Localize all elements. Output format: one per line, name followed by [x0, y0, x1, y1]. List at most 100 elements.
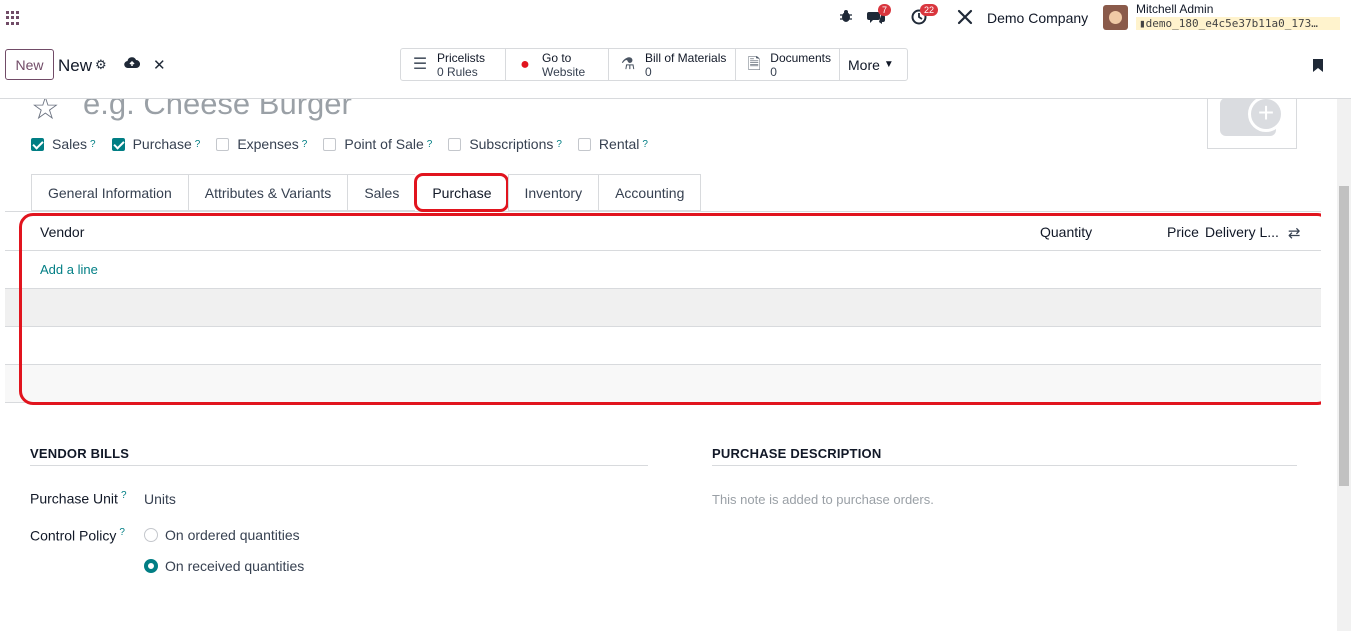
- purchase-unit-text: Purchase Unit: [30, 490, 118, 507]
- website-sub: Website: [542, 64, 586, 79]
- help-icon: ?: [119, 527, 125, 538]
- smart-buttons: ☰ Pricelists 0 Rules ● Go to Website ⚗ Bil…: [400, 48, 908, 81]
- column-vendor[interactable]: Vendor: [40, 224, 84, 240]
- bug-icon[interactable]: [836, 9, 856, 29]
- add-a-line-link[interactable]: Add a line: [40, 262, 98, 277]
- user-name[interactable]: Mitchell Admin: [1136, 2, 1213, 16]
- column-quantity[interactable]: Quantity: [1040, 224, 1092, 240]
- checkbox-box[interactable]: [111, 137, 125, 151]
- database-icon: ▮: [1139, 17, 1146, 30]
- rental-checkbox[interactable]: Rental?: [577, 136, 648, 152]
- messages-icon[interactable]: 7: [866, 4, 892, 29]
- vendor-bills-title: VENDOR BILLS: [30, 446, 648, 466]
- purchase-checkbox[interactable]: Purchase?: [111, 136, 201, 152]
- purchase-unit-field[interactable]: Units: [144, 491, 176, 507]
- app-menu-icon[interactable]: [6, 11, 20, 25]
- tab-sales[interactable]: Sales: [347, 174, 416, 211]
- documents-button[interactable]: 🗎 Documents 0: [736, 49, 840, 80]
- table-row: [5, 289, 1321, 327]
- cloud-upload-icon: [124, 57, 141, 69]
- documents-title: Documents: [770, 50, 831, 65]
- table-header: Vendor Quantity Price Delivery L... ⇄: [5, 213, 1321, 251]
- checkbox-box[interactable]: [31, 137, 44, 151]
- purchase-description-title: PURCHASE DESCRIPTION: [712, 446, 1297, 466]
- optional-columns-icon[interactable]: ⇄: [1288, 224, 1301, 242]
- database-name: ▮demo_180_e4c5e37b11a0_173…: [1136, 17, 1340, 30]
- go-to-website-button[interactable]: ● Go to Website: [506, 49, 609, 80]
- globe-icon: ●: [520, 55, 530, 73]
- help-icon: ?: [120, 490, 127, 501]
- plus-circle-icon: +: [1248, 99, 1284, 132]
- activities-badge: 22: [920, 4, 939, 16]
- scrollbar-thumb[interactable]: [1339, 186, 1349, 486]
- checkbox-box[interactable]: [216, 137, 230, 151]
- database-label: demo_180_e4c5e37b11a0_173…: [1145, 17, 1318, 30]
- product-options-checkboxes: Sales? Purchase? Expenses? Point of Sale…: [31, 136, 664, 152]
- documents-count: 0: [770, 64, 777, 79]
- tab-inventory[interactable]: Inventory: [507, 174, 599, 211]
- table-row: [5, 327, 1321, 365]
- checkbox-box[interactable]: [323, 137, 337, 151]
- purchase-description-input[interactable]: This note is added to purchase orders.: [712, 492, 934, 507]
- favorite-star-icon[interactable]: ☆: [31, 99, 60, 127]
- help-icon: ?: [194, 138, 201, 150]
- checkbox-box[interactable]: [448, 137, 462, 151]
- point-of-sale-checkbox[interactable]: Point of Sale?: [323, 136, 432, 152]
- expenses-checkbox[interactable]: Expenses?: [216, 136, 307, 152]
- caret-down-icon: ▼: [883, 58, 894, 70]
- help-icon: ?: [301, 138, 308, 150]
- tab-accounting[interactable]: Accounting: [598, 174, 702, 211]
- checkbox-label: Expenses: [237, 136, 299, 152]
- product-image-upload[interactable]: +: [1207, 99, 1297, 149]
- new-button[interactable]: New: [5, 49, 54, 80]
- product-name-input[interactable]: e.g. Cheese Burger: [83, 99, 352, 122]
- checkbox-label: Subscriptions: [469, 136, 554, 152]
- help-icon: ?: [642, 138, 648, 150]
- document-icon: 🗎: [747, 55, 761, 73]
- radio-label: On received quantities: [165, 558, 305, 574]
- control-policy-text: Control Policy: [30, 527, 117, 544]
- table-row: Add a line: [5, 251, 1321, 289]
- checkbox-label: Sales: [52, 136, 88, 152]
- checkbox-box[interactable]: [577, 137, 591, 151]
- tab-attributes-variants[interactable]: Attributes & Variants: [187, 174, 348, 211]
- sales-checkbox[interactable]: Sales?: [31, 136, 96, 152]
- checkbox-label: Rental: [598, 136, 640, 152]
- control-policy-label: Control Policy?: [30, 527, 125, 544]
- flask-icon: ⚗: [620, 55, 636, 73]
- activities-icon[interactable]: 22: [909, 4, 939, 29]
- attachment-icon[interactable]: [1312, 58, 1324, 73]
- tools-icon[interactable]: [955, 9, 975, 29]
- table-row: [5, 365, 1321, 403]
- form-sheet: ☆ e.g. Cheese Burger + Sales? Purchase? …: [5, 99, 1321, 631]
- vendor-pricelist-table: Vendor Quantity Price Delivery L... ⇄ Ad…: [5, 213, 1321, 403]
- purchase-unit-label: Purchase Unit?: [30, 490, 127, 507]
- list-icon: ☰: [412, 55, 428, 73]
- control-panel: New New ⚙ ✕ ☰ Pricelists 0 Rules ● Go to W…: [0, 37, 1351, 99]
- checkbox-label: Purchase: [132, 136, 192, 152]
- tab-general-information[interactable]: General Information: [31, 174, 188, 211]
- tab-purchase[interactable]: Purchase: [414, 173, 509, 212]
- pricelists-button[interactable]: ☰ Pricelists 0 Rules: [401, 49, 506, 80]
- company-switcher[interactable]: Demo Company: [987, 10, 1088, 26]
- radio-label: On ordered quantities: [165, 527, 300, 543]
- gear-icon[interactable]: ⚙: [95, 57, 107, 73]
- help-icon: ?: [556, 138, 562, 150]
- column-delivery-lead-time[interactable]: Delivery L...: [1205, 224, 1279, 240]
- save-cloud-icon[interactable]: [124, 56, 141, 73]
- messages-badge: 7: [878, 4, 892, 16]
- radio-circle[interactable]: [144, 528, 158, 542]
- radio-received-quantities[interactable]: On received quantities: [144, 558, 304, 574]
- website-title: Go to: [542, 50, 572, 65]
- bug-icon-svg: [840, 10, 852, 22]
- subscriptions-checkbox[interactable]: Subscriptions?: [448, 136, 562, 152]
- more-dropdown[interactable]: More ▼: [840, 49, 907, 80]
- discard-close-icon[interactable]: ✕: [153, 56, 166, 74]
- wrench-icon: [957, 9, 973, 25]
- bill-of-materials-button[interactable]: ⚗ Bill of Materials 0: [609, 49, 736, 80]
- user-avatar[interactable]: [1103, 5, 1128, 30]
- pricelists-count: 0 Rules: [437, 64, 478, 79]
- radio-circle-selected[interactable]: [144, 559, 158, 573]
- radio-ordered-quantities[interactable]: On ordered quantities: [144, 527, 300, 543]
- column-price[interactable]: Price: [1167, 224, 1199, 240]
